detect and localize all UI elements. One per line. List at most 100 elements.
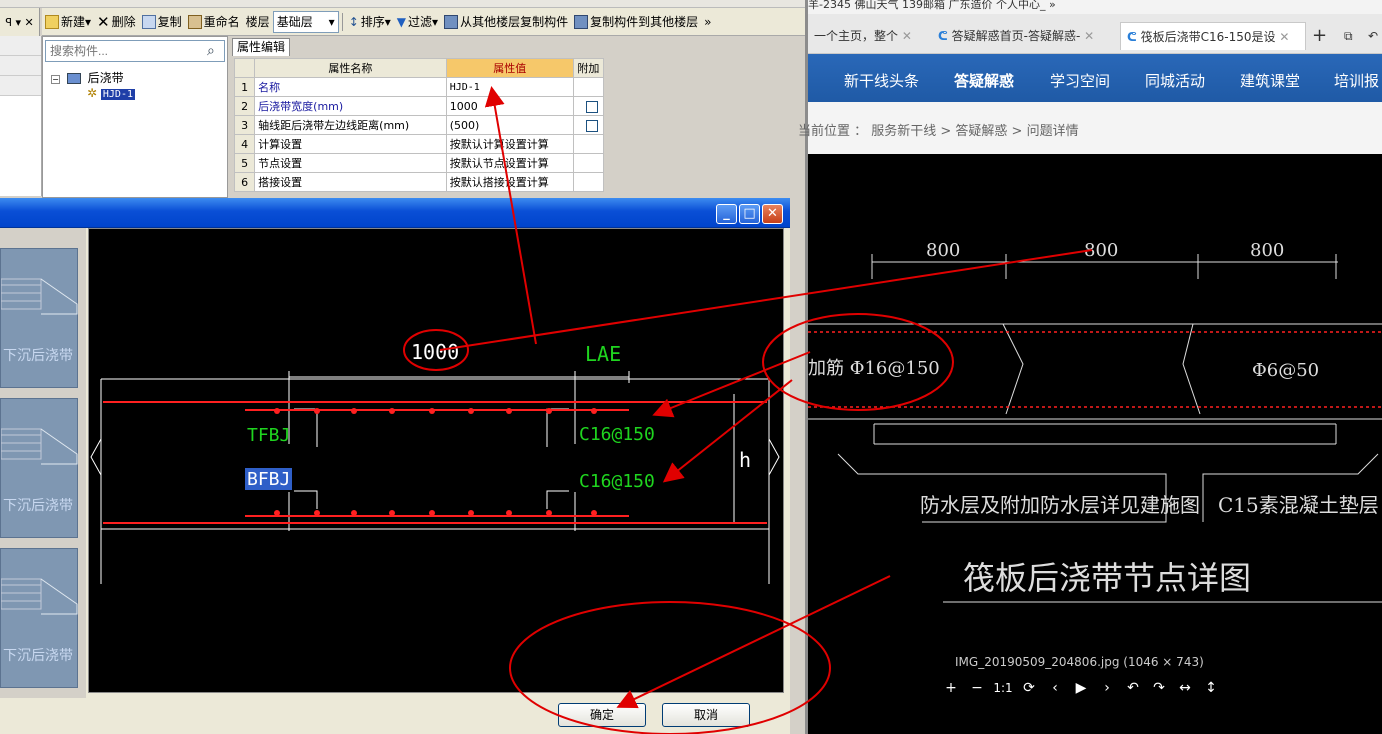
dimension-label: 800	[1250, 240, 1284, 261]
thumbnail-drawing	[0, 578, 78, 615]
tree-child-label: HJD-1	[100, 89, 135, 100]
flip-vertical-icon[interactable]: ↕	[1198, 680, 1224, 696]
tab-property-edit[interactable]: 属性编辑	[232, 38, 290, 56]
rotate-right-icon[interactable]: ↷	[1146, 680, 1172, 696]
new-tab-button[interactable]: +	[1306, 22, 1332, 50]
thumbnail-item[interactable]: 下沉后浇带	[0, 248, 78, 388]
zoom-in-icon[interactable]: +	[938, 680, 964, 696]
nav-item[interactable]: 建筑课堂	[1240, 70, 1300, 91]
minimize-button[interactable]: _	[716, 204, 737, 224]
cancel-button[interactable]: 取消	[662, 703, 750, 727]
table-row[interactable]: 1 名称 HJD-1	[233, 77, 605, 97]
copy-from-floor-button[interactable]: 从其他楼层复制构件	[441, 11, 571, 33]
bfbj-label[interactable]: BFBJ	[247, 469, 290, 490]
tree-node-child[interactable]: ✲ HJD-1	[87, 86, 135, 100]
row-value[interactable]: (500)	[445, 115, 574, 135]
row-extra	[572, 77, 605, 97]
refresh-icon[interactable]: ⟳	[1016, 680, 1042, 696]
thumbnail-drawing	[0, 278, 78, 315]
top-rebar-spec[interactable]: C16@150	[579, 424, 655, 445]
prev-icon[interactable]: ‹	[1042, 680, 1068, 696]
close-icon[interactable]: ✕	[1279, 30, 1289, 44]
close-icon[interactable]: ✕	[1084, 29, 1094, 43]
row-extra	[572, 134, 605, 154]
lae-label[interactable]: LAE	[585, 342, 621, 366]
restore-icon[interactable]: ⧉	[1338, 22, 1358, 50]
maximize-button[interactable]: □	[739, 204, 760, 224]
row-name: 搭接设置	[254, 172, 447, 192]
row-value[interactable]: 1000	[445, 96, 574, 116]
table-row[interactable]: 4 计算设置 按默认计算设置计算	[233, 134, 605, 154]
toolbar-overflow[interactable]: »	[701, 11, 714, 33]
row-value[interactable]: 按默认计算设置计算	[445, 134, 574, 154]
bottom-rebar-spec[interactable]: C16@150	[579, 471, 655, 492]
row-name: 轴线距后浇带左边线距离(mm)	[254, 115, 447, 135]
browser-tab-active[interactable]: ᕦ 筏板后浇带C16-150是设 ✕	[1120, 22, 1306, 50]
nav-item[interactable]: 学习空间	[1050, 70, 1110, 91]
stirrup-note: Φ6@50	[1252, 360, 1319, 381]
width-dimension-label[interactable]: 1000	[411, 340, 459, 364]
sort-button[interactable]: ↕ 排序 ▾	[346, 11, 394, 33]
delete-icon: ✕	[97, 12, 110, 31]
nav-item-active[interactable]: 答疑解惑	[954, 70, 1014, 91]
table-row[interactable]: 6 搭接设置 按默认搭接设置计算	[233, 172, 605, 192]
flip-horizontal-icon[interactable]: ↔	[1172, 680, 1198, 696]
nav-item[interactable]: 培训报	[1334, 70, 1379, 91]
image-viewer: 800 800 800 加筋 Φ16@150 Φ6@50 防水层及附加防水层详见…	[808, 154, 1382, 734]
rename-button[interactable]: 重命名	[185, 11, 243, 33]
tree-root-label: 后浇带	[87, 71, 124, 85]
floor-select[interactable]: 基础层 ▾	[272, 10, 339, 33]
collapse-icon[interactable]: −	[51, 75, 60, 84]
browser-tab[interactable]: 一个主页，整个 ✕	[808, 22, 930, 50]
dialog-titlebar[interactable]: _ □ ✕	[0, 198, 790, 228]
copy-button[interactable]: 复制	[139, 11, 185, 33]
thumbnail-item[interactable]: 下沉后浇带	[0, 398, 78, 538]
nav-item[interactable]: 新干线头条	[844, 70, 919, 91]
table-row[interactable]: 3 轴线距后浇带左边线距离(mm) (500)	[233, 115, 605, 135]
delete-button[interactable]: ✕ 删除	[94, 11, 139, 33]
row-extra	[572, 172, 605, 192]
table-row[interactable]: 2 后浇带宽度(mm) 1000	[233, 96, 605, 116]
next-icon[interactable]: ›	[1094, 680, 1120, 696]
cad-drawing: 1000 LAE TFBJ BFBJ C16@150 C16@150 h	[90, 340, 780, 584]
row-value[interactable]: 按默认节点设置计算	[445, 153, 574, 173]
bookmarks-bar[interactable]: 羊-2345 佛山天气 139邮箱 广东造价 个人中心_ »	[808, 0, 1382, 14]
copy-from-icon	[444, 14, 459, 29]
row-number: 3	[233, 115, 256, 135]
undo-icon[interactable]: ↶	[1362, 22, 1382, 50]
table-row[interactable]: 5 节点设置 按默认节点设置计算	[233, 153, 605, 173]
row-number: 6	[233, 172, 256, 192]
row-value[interactable]: HJD-1	[445, 77, 574, 97]
zoom-out-icon[interactable]: −	[964, 680, 990, 696]
dimension-line	[288, 371, 630, 383]
close-button[interactable]: ✕	[762, 204, 783, 224]
row-value[interactable]: 按默认搭接设置计算	[445, 172, 574, 192]
sort-label: 排序	[360, 15, 385, 29]
toolbar: 新建 ▾ ✕ 删除 复制 重命名 楼层 基础层 ▾ ↕ 排序 ▾ ▼ 过滤 ▾ 从其他楼层复制…	[42, 8, 805, 36]
filter-button[interactable]: ▼ 过滤 ▾	[394, 11, 441, 33]
copy-to-floor-button[interactable]: 复制构件到其他楼层	[571, 11, 701, 33]
filter-label: 过滤	[408, 15, 433, 29]
actual-size-icon[interactable]: 1:1	[990, 681, 1016, 695]
site-icon: ᕦ	[938, 29, 948, 43]
close-icon[interactable]: ✕	[902, 29, 912, 43]
thumbnail-item[interactable]: 下沉后浇带	[0, 548, 78, 688]
search-input[interactable]	[45, 40, 225, 62]
tfbj-label[interactable]: TFBJ	[247, 425, 290, 446]
checkbox[interactable]	[585, 119, 598, 132]
node-preview-canvas[interactable]: 1000 LAE TFBJ BFBJ C16@150 C16@150 h	[88, 228, 784, 693]
nav-item[interactable]: 同城活动	[1145, 70, 1205, 91]
gear-icon: ✲	[87, 86, 98, 100]
panel-pin-close[interactable]: ꟼ ▾ ✕	[0, 8, 40, 36]
tree-node-root[interactable]: − 后浇带	[51, 69, 124, 86]
checkbox[interactable]	[585, 100, 598, 113]
component-tree: ⌕ − 后浇带 ✲ HJD-1	[42, 36, 228, 198]
play-icon[interactable]: ▶	[1068, 680, 1094, 696]
browser-tab[interactable]: ᕦ 答疑解惑首页-答疑解惑- ✕	[932, 22, 1118, 50]
new-button[interactable]: 新建 ▾	[42, 11, 94, 33]
copy-to-icon	[574, 14, 589, 29]
rotate-left-icon[interactable]: ↶	[1120, 680, 1146, 696]
ok-button[interactable]: 确定	[558, 703, 646, 727]
search-icon[interactable]: ⌕	[207, 43, 215, 59]
row-name: 计算设置	[254, 134, 447, 154]
